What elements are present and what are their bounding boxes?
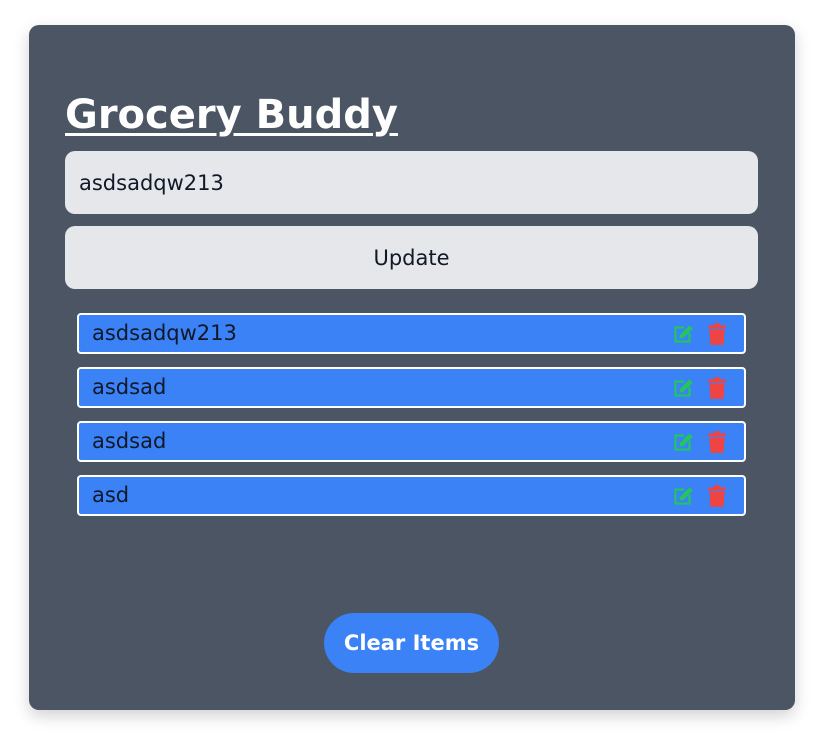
list-item: asdsad <box>77 367 746 408</box>
list-item: asdsadqw213 <box>77 313 746 354</box>
list-item: asd <box>77 475 746 516</box>
trash-icon[interactable] <box>704 483 730 509</box>
edit-icon[interactable] <box>670 483 696 509</box>
edit-icon[interactable] <box>670 429 696 455</box>
edit-icon[interactable] <box>670 321 696 347</box>
item-label: asdsad <box>92 429 167 453</box>
trash-icon[interactable] <box>704 321 730 347</box>
item-input[interactable] <box>65 151 758 214</box>
edit-icon[interactable] <box>670 375 696 401</box>
list-item: asdsad <box>77 421 746 462</box>
grocery-list: asdsadqw213 asdsad asdsad asd <box>77 313 746 529</box>
item-label: asd <box>92 483 130 507</box>
item-label: asdsad <box>92 375 167 399</box>
update-button[interactable]: Update <box>65 226 758 289</box>
page-title: Grocery Buddy <box>65 92 398 138</box>
grocery-card: Grocery Buddy Update asdsadqw213 asdsad <box>29 25 795 710</box>
trash-icon[interactable] <box>704 429 730 455</box>
trash-icon[interactable] <box>704 375 730 401</box>
item-label: asdsadqw213 <box>92 321 237 345</box>
clear-items-button[interactable]: Clear Items <box>324 613 499 673</box>
